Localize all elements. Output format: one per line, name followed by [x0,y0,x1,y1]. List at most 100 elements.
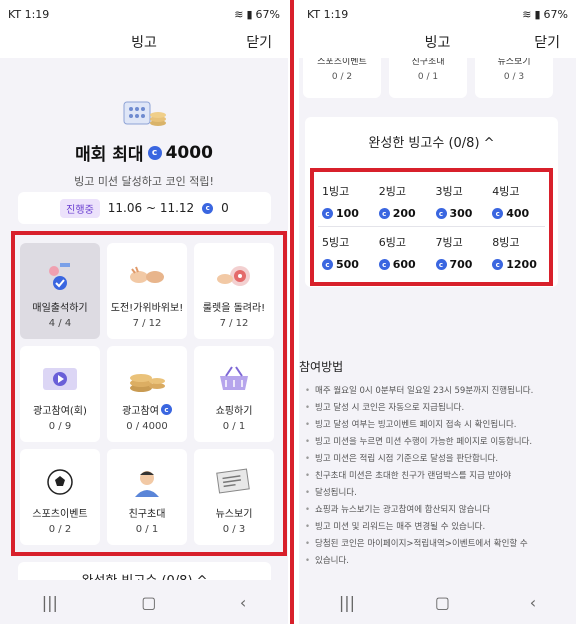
completed-bingo-header[interactable]: 완성한 빙고수 (0/8) ^ [305,132,558,151]
bingo-value-text: 300 [449,207,473,220]
page-title: 빙고 [131,35,157,51]
mission-count: 0 / 3 [503,72,525,82]
roulette-target-icon [217,266,250,286]
mission-sports[interactable]: 스포츠이벤트 0 / 2 [20,449,100,545]
wifi-icon: ≋ [234,7,244,21]
shopping-basket-icon [220,366,248,390]
bingo-value-text: 100 [336,207,359,220]
mission-count: 7 / 12 [132,318,162,329]
app-bar: 빙고 닫기 [0,28,288,58]
list-item: 빙고 미션을 누르면 미션 수행이 가능한 페이지로 이동합니다. [305,434,576,451]
bingo-value: c 600 [378,258,432,271]
mission-count: 0 / 1 [135,524,159,535]
divider [318,226,545,227]
bingo-reward: 2빙고 c 200 [375,176,432,227]
mission-count: 7 / 12 [219,318,249,329]
back-icon[interactable]: ‹ [530,593,536,612]
bingo-value: c 100 [322,207,375,220]
wifi-icon: ≋ [522,7,532,21]
mission-label: 광고참여 c [122,402,172,417]
mission-roulette[interactable]: 룰렛을 돌려라! 7 / 12 [194,243,274,339]
coin-icon: c [322,259,333,270]
calendar-check-icon [49,263,70,290]
bingo-value: c 400 [492,207,545,220]
bingo-value-text: 400 [506,207,530,220]
home-icon[interactable]: ▢ [141,593,156,612]
bingo-label: 8빙고 [492,236,520,249]
bingo-value: c 500 [322,258,375,271]
bingo-label: 2빙고 [378,185,406,198]
hero-subtitle: 빙고 미션 달성하고 코인 적립! [74,175,214,188]
mission-ad-coin[interactable]: 광고참여 c 0 / 4000 [107,346,187,442]
close-button[interactable]: 닫기 [246,32,272,52]
mission-label: 쇼핑하기 [215,406,253,417]
list-item: 빙고 달성 시 코인은 자동으로 지급됩니다. [305,400,576,417]
mission-rps[interactable]: 도전!가위바위보! 7 / 12 [107,243,187,339]
bingo-value-text: 200 [392,207,416,220]
period-bar: 진행중 11.06 ~ 11.12 c 0 [18,192,271,224]
participation-list: 매주 월요일 0시 0분부터 일요일 23시 59분까지 진행됩니다. 빙고 달… [299,383,576,570]
mission-count: 0 / 9 [48,421,72,432]
mission-invite[interactable]: 친구초대 0 / 1 [107,449,187,545]
recent-apps-icon[interactable]: ||| [339,593,355,612]
mission-count: 4 / 4 [48,318,72,329]
hero-title-text: 매회 최대 [75,145,144,165]
status-time: 1:19 [323,7,349,21]
bingo-value-text: 700 [449,258,473,271]
coin-icon: c [378,259,390,270]
bingo-reward: 5빙고 c 500 [318,227,375,278]
status-badge: 진행중 [60,198,100,218]
period-coins: 0 [221,201,229,215]
battery-level: 67% [255,7,280,21]
completed-title: 완성한 빙고수 (0/8) [368,136,480,151]
bingo-label: 5빙고 [322,236,350,249]
coin-icon: c [378,208,390,219]
hero: 매회 최대 c 4000 빙고 미션 달성하고 코인 적립! [0,96,288,189]
system-nav-bar: ||| ▢ ‹ [0,580,288,624]
bingo-label: 7빙고 [435,236,463,249]
mission-shopping[interactable]: 쇼핑하기 0 / 1 [194,346,274,442]
mission-label: 광고참여(회) [33,406,87,417]
status-time: 1:19 [24,7,50,21]
bingo-value: c 1200 [492,258,545,271]
status-bar: KT 1:19 ≋ ▮ 67% [0,0,288,28]
recent-apps-icon[interactable]: ||| [42,593,58,612]
mission-news[interactable]: 뉴스보기 0 / 3 [194,449,274,545]
coin-icon: c [435,259,447,270]
bingo-label: 4빙고 [492,185,520,198]
bingo-reward: 4빙고 c 400 [488,176,545,227]
back-icon[interactable]: ‹ [240,593,246,612]
mission-label-text: 광고참여 [122,406,159,417]
panel-divider [288,0,299,624]
coin-icon: c [492,259,504,270]
bingo-card-icon [120,96,168,132]
list-item: 쇼핑과 뉴스보기는 광고참여에 합산되지 않습니다 [305,502,576,519]
rock-paper-scissors-icon [130,266,164,283]
bingo-value-text: 1200 [506,258,537,271]
friend-avatar-icon [135,471,159,497]
app-bar: 빙고 닫기 [299,28,576,58]
mission-count: 0 / 3 [222,524,246,535]
list-item: 친구초대 미션은 초대한 친구가 랜덤박스를 지급 받아야 [305,468,576,485]
home-icon[interactable]: ▢ [435,593,450,612]
newspaper-icon [216,468,250,494]
list-item: 빙고 달성 여부는 빙고이벤트 페이지 접속 시 확인됩니다. [305,417,576,434]
mission-count: 0 / 2 [48,524,72,535]
close-button[interactable]: 닫기 [534,32,560,52]
mission-label: 룰렛을 돌려라! [202,303,266,314]
signal-icon: ▮ [534,7,541,21]
list-item: 빙고 미션 및 리워드는 매주 변경될 수 있습니다. [305,519,576,536]
bingo-value: c 700 [435,258,489,271]
battery-level: 67% [543,7,568,21]
mission-attendance[interactable]: 매일출석하기 4 / 4 [20,243,100,339]
coin-icon: c [160,404,172,415]
mission-count: 0 / 1 [417,72,439,82]
carrier: KT [8,7,22,21]
bingo-reward: 7빙고 c 700 [432,227,489,278]
participation-title: 참여방법 [299,360,344,374]
mission-ad-count[interactable]: 광고참여(회) 0 / 9 [20,346,100,442]
bingo-value: c 300 [435,207,489,220]
bingo-label: 6빙고 [378,236,406,249]
bingo-value: c 200 [378,207,432,220]
coin-stack-icon [130,374,165,392]
